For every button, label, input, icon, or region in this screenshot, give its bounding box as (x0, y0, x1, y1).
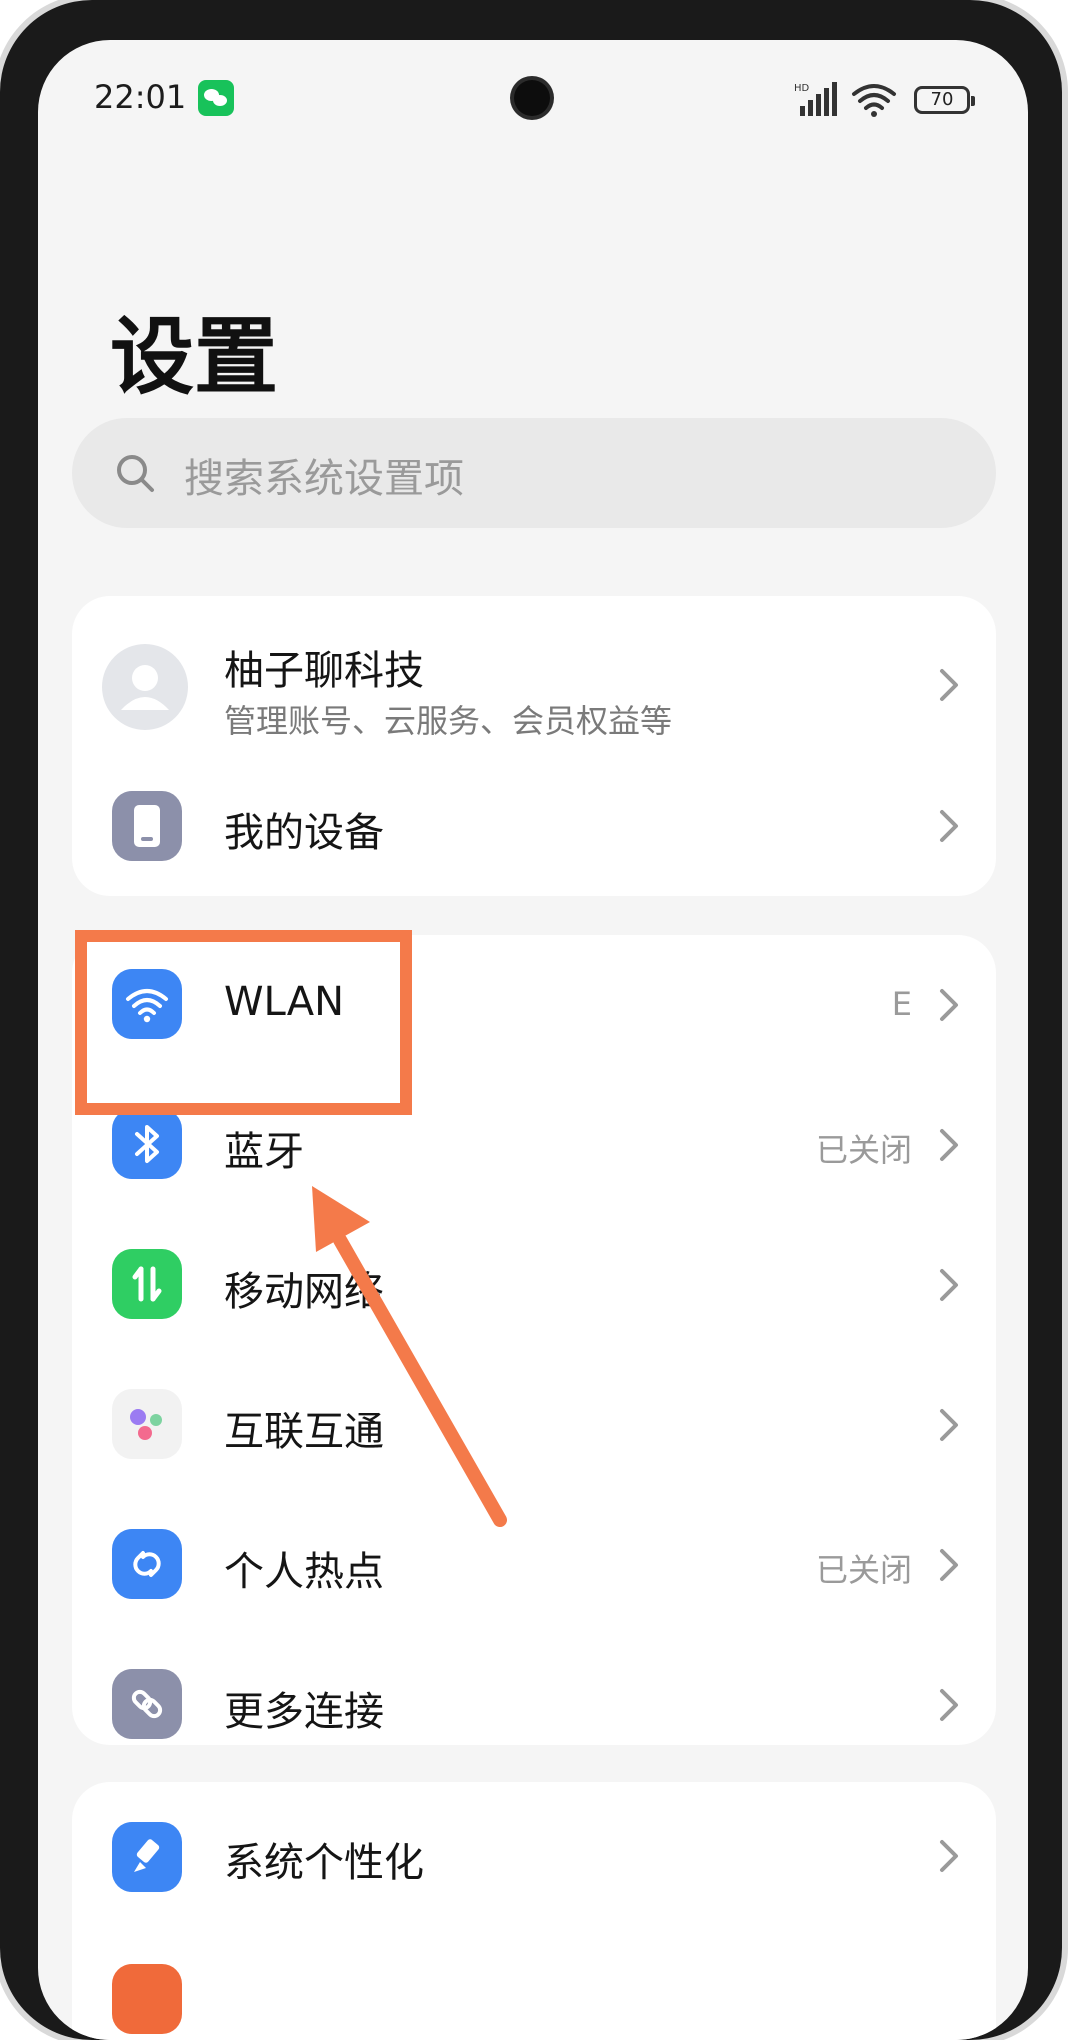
account-subtitle: 管理账号、云服务、会员权益等 (224, 702, 673, 740)
mobile-network-row[interactable]: 移动网络 (72, 1211, 996, 1351)
hotspot-value: 已关闭 (815, 1551, 912, 1589)
brush-icon (112, 1822, 182, 1892)
chevron-right-icon (940, 1840, 958, 1872)
chevron-right-icon (940, 989, 958, 1021)
personalization-card: 系统个性化 (72, 1782, 996, 2040)
mobile-data-icon (112, 1249, 182, 1319)
chevron-right-icon (940, 1549, 958, 1581)
interconnect-icon (112, 1389, 182, 1459)
status-bar: 22:01 HD 70 (38, 40, 1028, 140)
bluetooth-row[interactable]: 蓝牙 已关闭 (72, 1071, 996, 1211)
hotspot-icon (112, 1529, 182, 1599)
chevron-right-icon (940, 1269, 958, 1301)
search-placeholder: 搜索系统设置项 (184, 456, 464, 502)
interconnect-row[interactable]: 互联互通 (72, 1351, 996, 1491)
connections-card: WLAN E 蓝牙 已关闭 移动网络 互联互通 个人热点 已关闭 更多连接 (72, 935, 996, 1745)
personalize-label: 系统个性化 (224, 1840, 424, 1886)
chevron-right-icon (940, 1129, 958, 1161)
wifi-icon (112, 969, 182, 1039)
search-icon (117, 455, 154, 492)
my-device-row[interactable]: 我的设备 (72, 756, 996, 896)
chevron-right-icon (940, 810, 958, 842)
link-icon (112, 1669, 182, 1739)
status-time: 22:01 (94, 78, 187, 116)
more-connections-label: 更多连接 (224, 1689, 384, 1735)
bluetooth-icon (112, 1109, 182, 1179)
interconnect-label: 互联互通 (224, 1409, 384, 1455)
wechat-notification-icon (198, 80, 234, 116)
wlan-value: E (891, 985, 912, 1023)
account-name: 柚子聊科技 (224, 648, 424, 694)
phone-frame: 22:01 HD 70 设置 搜索系统设置项 柚子聊科技 管理账号、云服务、会员… (0, 0, 1062, 2040)
page-title: 设置 (110, 308, 279, 406)
mobile-network-label: 移动网络 (224, 1269, 384, 1315)
cellular-signal-icon: HD (794, 82, 837, 116)
hd-label: HD (794, 83, 810, 94)
search-bar[interactable]: 搜索系统设置项 (72, 418, 996, 528)
user-icon (121, 665, 169, 710)
personalize-row[interactable]: 系统个性化 (72, 1782, 996, 1922)
my-device-label: 我的设备 (224, 810, 384, 856)
bluetooth-label: 蓝牙 (224, 1129, 304, 1175)
front-camera (514, 80, 550, 116)
chevron-right-icon (940, 1689, 958, 1721)
avatar (102, 644, 188, 730)
wifi-status-icon (852, 84, 896, 117)
wlan-row[interactable]: WLAN E (72, 935, 996, 1075)
screen: 22:01 HD 70 设置 搜索系统设置项 柚子聊科技 管理账号、云服务、会员… (38, 40, 1028, 2040)
battery-indicator: 70 (914, 86, 975, 114)
account-card: 柚子聊科技 管理账号、云服务、会员权益等 我的设备 (72, 596, 996, 896)
wlan-label: WLAN (224, 979, 345, 1025)
partial-next-icon (112, 1964, 182, 2034)
chevron-right-icon (940, 1409, 958, 1441)
chevron-right-icon (940, 669, 958, 701)
hotspot-row[interactable]: 个人热点 已关闭 (72, 1491, 996, 1631)
hotspot-label: 个人热点 (224, 1549, 384, 1595)
bluetooth-value: 已关闭 (815, 1131, 912, 1169)
more-connections-row[interactable]: 更多连接 (72, 1631, 996, 1771)
account-row[interactable]: 柚子聊科技 管理账号、云服务、会员权益等 (72, 596, 996, 776)
device-icon (112, 791, 182, 861)
